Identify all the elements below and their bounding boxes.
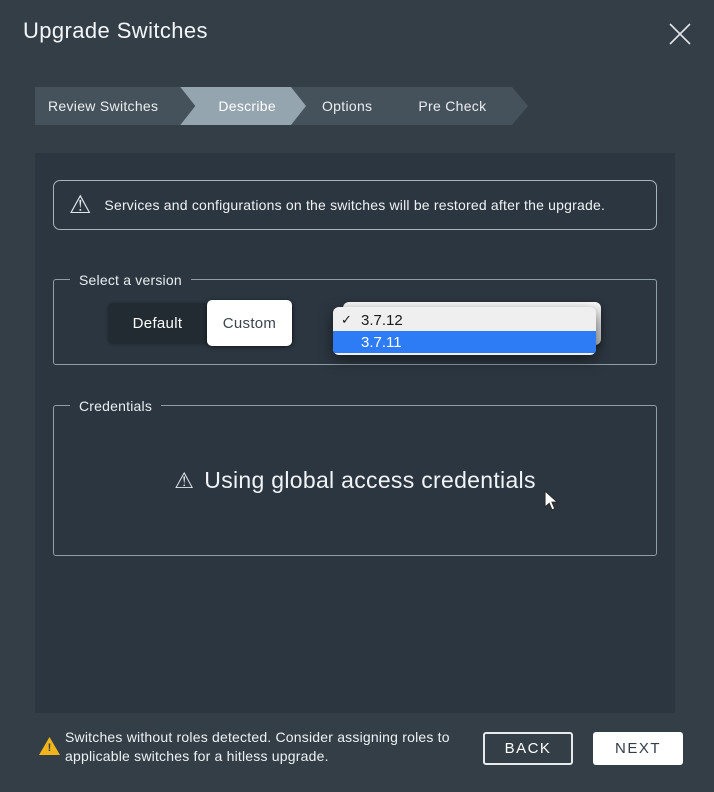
content-panel: ⚠ Services and configurations on the swi… bbox=[35, 153, 675, 713]
credentials-message: ⚠ Using global access credentials bbox=[53, 405, 657, 556]
close-icon bbox=[669, 23, 691, 45]
version-mode-toggle: Default Custom bbox=[108, 300, 292, 346]
toggle-default-button[interactable]: Default bbox=[108, 303, 207, 343]
version-option-label: 3.7.12 bbox=[361, 311, 403, 329]
back-button[interactable]: BACK bbox=[483, 732, 573, 765]
step-options[interactable]: Options bbox=[306, 87, 395, 125]
credentials-message-text: Using global access credentials bbox=[204, 467, 536, 493]
restore-notice-text: Services and configurations on the switc… bbox=[104, 197, 606, 213]
version-option-label: 3.7.11 bbox=[361, 333, 402, 351]
toggle-custom-button[interactable]: Custom bbox=[207, 300, 292, 346]
wizard-stepper: Review Switches Describe Options Pre Che… bbox=[35, 87, 528, 125]
version-dropdown-menu: ✓ 3.7.12 3.7.11 bbox=[333, 307, 596, 355]
step-pre-check[interactable]: Pre Check bbox=[395, 87, 510, 125]
warning-outline-icon: ⚠ bbox=[69, 190, 92, 219]
checkmark-icon: ✓ bbox=[341, 312, 352, 327]
warning-exclamation: ! bbox=[47, 742, 52, 754]
step-describe[interactable]: Describe bbox=[180, 87, 306, 125]
step-review-switches[interactable]: Review Switches bbox=[35, 87, 180, 125]
warning-filled-icon: ! bbox=[39, 737, 60, 755]
close-button[interactable] bbox=[664, 18, 696, 50]
footer-warning-text: Switches without roles detected. Conside… bbox=[65, 729, 450, 764]
page-title: Upgrade Switches bbox=[23, 18, 208, 43]
restore-notice: ⚠ Services and configurations on the swi… bbox=[53, 180, 657, 230]
next-button[interactable]: NEXT bbox=[593, 732, 683, 765]
select-version-label: Select a version bbox=[70, 272, 191, 288]
version-option-3711[interactable]: 3.7.11 bbox=[333, 331, 596, 353]
version-option-3712[interactable]: ✓ 3.7.12 bbox=[333, 309, 596, 331]
warning-outline-icon: ⚠ bbox=[174, 467, 195, 493]
